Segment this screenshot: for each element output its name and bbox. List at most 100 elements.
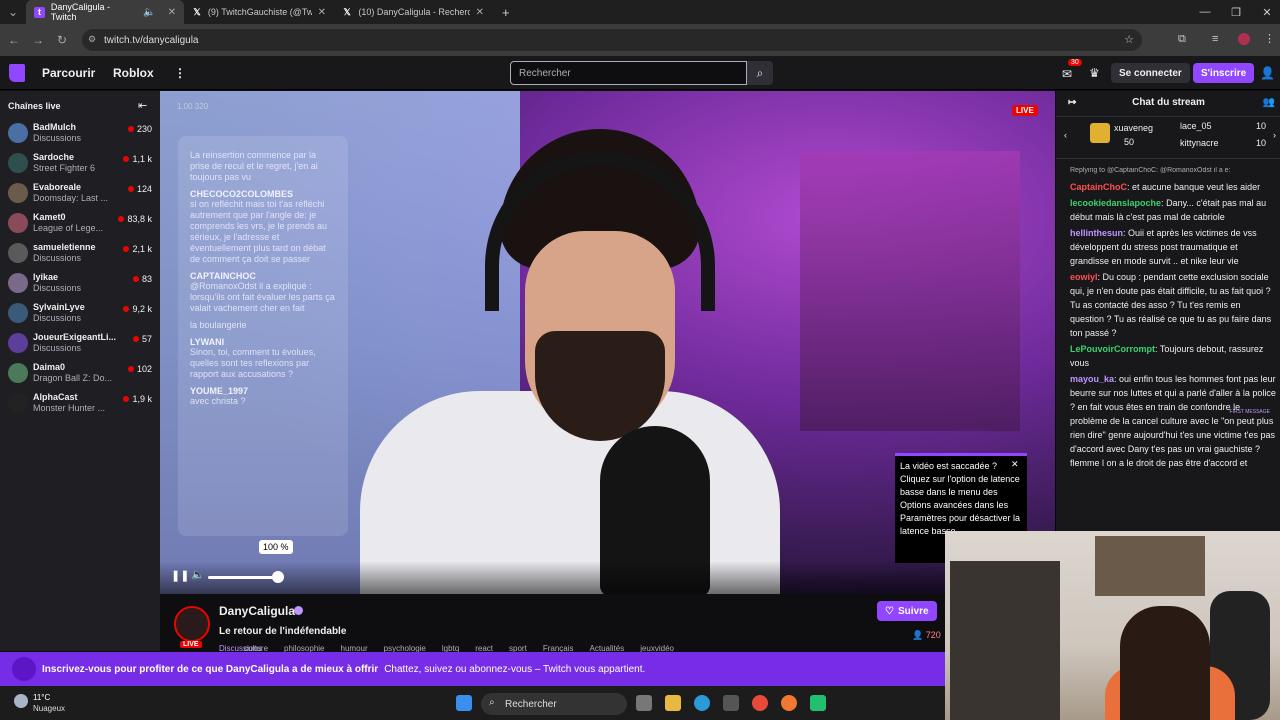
browse-link[interactable]: Parcourir — [42, 66, 95, 80]
back-icon[interactable]: ← — [2, 33, 26, 47]
inbox-icon[interactable]: ✉ — [1062, 67, 1072, 81]
app-icon[interactable] — [810, 695, 826, 711]
new-tab-button[interactable]: + — [502, 5, 510, 20]
channel-game: Monster Hunter ... — [33, 403, 106, 413]
start-icon[interactable] — [456, 695, 472, 711]
sidebar-channel[interactable]: samueletienne Discussions 2,1 k — [0, 239, 160, 269]
browser-tab-twitch[interactable]: t DanyCaligula - Twitch 🔈 ✕ — [26, 0, 184, 24]
sidebar-channel[interactable]: lyikae Discussions 83 — [0, 269, 160, 299]
weather-icon[interactable] — [14, 694, 28, 708]
chat-username[interactable]: eowiyl — [1070, 272, 1098, 282]
heart-icon: ♡ — [885, 605, 894, 617]
address-bar: ← → ↻ ⚙ twitch.tv/danycaligula ☆ ⧉ ≡ ⋮ — [0, 24, 1280, 56]
chat-username[interactable]: lecookiedanslapoche — [1070, 198, 1161, 208]
overlay-chat-user: CAPTAINCHOC — [190, 271, 256, 281]
sidebar-channel[interactable]: AlphaCast Monster Hunter ... 1,9 k — [0, 389, 160, 419]
volume-slider[interactable] — [208, 576, 278, 579]
reload-icon[interactable]: ↻ — [50, 33, 74, 47]
channel-avatar — [8, 363, 28, 383]
minimize-icon[interactable]: — — [1190, 0, 1220, 24]
sidebar-channel[interactable]: Sardoche Street Fighter 6 1,1 k — [0, 149, 160, 179]
task-view-icon[interactable] — [636, 695, 652, 711]
channel-name: Evaboreale — [33, 182, 82, 192]
file-explorer-icon[interactable] — [665, 695, 681, 711]
close-window-icon[interactable]: ✕ — [1252, 0, 1280, 24]
browser-tab-x-1[interactable]: 𝕏 (9) TwitchGauchiste (@TwitchG ✕ — [184, 0, 334, 24]
twitch-logo-icon[interactable] — [9, 64, 25, 82]
browser-menu-icon[interactable]: ⋮ — [1264, 32, 1275, 45]
viewer-count: 57 — [141, 334, 152, 344]
sidebar-channel[interactable]: Kamet0 League of Lege... 83,8 k — [0, 209, 160, 239]
chat-message: hellinthesun: Ouii et après les victimes… — [1070, 228, 1257, 266]
channel-name: JoueurExigeantLi... — [33, 332, 117, 342]
channel-avatar[interactable] — [174, 606, 210, 642]
bookmark-star-icon[interactable]: ☆ — [1124, 33, 1134, 46]
channel-name[interactable]: DanyCaligula — [219, 604, 295, 618]
weather-temp: 11°C — [33, 693, 51, 702]
media-icon[interactable]: ≡ — [1212, 33, 1218, 45]
sidebar-channel[interactable]: JoueurExigeantLi... Discussions 57 — [0, 329, 160, 359]
live-dot-icon — [132, 276, 139, 282]
channel-game: Doomsday: Last ... — [33, 193, 109, 203]
close-notice-icon[interactable]: ✕ — [1011, 458, 1019, 471]
maximize-icon[interactable]: ❐ — [1221, 0, 1251, 24]
tab-list-icon[interactable]: ⌄ — [0, 5, 26, 19]
user-icon[interactable]: 👤 — [1260, 66, 1275, 80]
more-menu-icon[interactable]: ⋮ — [174, 66, 186, 80]
taskbar-search[interactable]: ⌕ Rechercher — [481, 693, 627, 715]
sidebar-channel[interactable]: BadMulch Discussions 230 — [0, 119, 160, 149]
chrome-icon[interactable] — [752, 695, 768, 711]
mute-icon[interactable]: 🔈 — [143, 7, 155, 18]
search-input[interactable]: Rechercher — [510, 61, 747, 85]
stream-overlay-chat: La reinsertion commence par la prise de … — [178, 136, 348, 536]
live-dot-icon — [123, 156, 130, 162]
channel-avatar — [8, 183, 28, 203]
live-dot-icon — [123, 396, 130, 402]
close-tab-icon[interactable]: ✕ — [318, 7, 326, 18]
collapse-sidebar-icon[interactable]: ⇤ — [138, 99, 147, 112]
forward-icon[interactable]: → — [26, 33, 50, 47]
edge-icon[interactable] — [694, 695, 710, 711]
site-info-icon[interactable]: ⚙ — [88, 34, 96, 45]
browser-tab-x-2[interactable]: 𝕏 (10) DanyCaligula - Recherche ✕ — [334, 0, 492, 24]
collapse-chat-icon[interactable]: ↦ — [1068, 91, 1076, 115]
close-tab-icon[interactable]: ✕ — [168, 7, 176, 18]
gifter-1-count: 50 — [1124, 137, 1135, 147]
webcam-person — [1120, 606, 1210, 720]
chat-users-icon[interactable]: 👥 — [1263, 91, 1275, 115]
channel-name: AlphaCast — [33, 392, 78, 402]
channel-avatar — [8, 123, 28, 143]
chat-username[interactable]: hellinthesun — [1070, 228, 1123, 238]
store-icon[interactable] — [723, 695, 739, 711]
sidebar-channel[interactable]: SylvainLyve Discussions 9,2 k — [0, 299, 160, 329]
signup-button[interactable]: S'inscrire — [1193, 63, 1255, 83]
profile-icon[interactable] — [1238, 33, 1250, 45]
sidebar-channel[interactable]: Daima0 Dragon Ball Z: Do... 102 — [0, 359, 160, 389]
prev-icon[interactable]: ‹ — [1064, 130, 1067, 140]
chat-username[interactable]: CaptainChoC — [1070, 182, 1127, 192]
login-button[interactable]: Se connecter — [1111, 63, 1190, 83]
url-field[interactable]: ⚙ twitch.tv/danycaligula ☆ — [82, 29, 1142, 51]
gift-icon — [1090, 123, 1110, 143]
channel-viewers: 102 — [127, 364, 152, 374]
channel-game: Discussions — [33, 283, 82, 293]
volume-icon[interactable]: 🔈 — [191, 568, 205, 581]
chat-username[interactable]: LePouvoirCorrompt — [1070, 344, 1155, 354]
volume-handle[interactable] — [272, 571, 284, 583]
close-tab-icon[interactable]: ✕ — [476, 7, 484, 18]
viewer-count: 102 — [136, 364, 152, 374]
channel-game: Discussions — [33, 313, 82, 323]
search-icon[interactable]: ⌕ — [747, 61, 773, 85]
extensions-icon[interactable]: ⧉ — [1178, 33, 1186, 46]
firefox-icon[interactable] — [781, 695, 797, 711]
gift-leaderboard: ‹ xuaveneg 50 lace_05 10 kittynacre 10 › — [1056, 117, 1280, 159]
next-icon[interactable]: › — [1273, 130, 1276, 140]
chat-username[interactable]: mayou_ka — [1070, 374, 1114, 384]
pause-icon[interactable]: ❚❚ — [171, 569, 189, 582]
follow-button[interactable]: ♡ Suivre — [877, 601, 937, 621]
video-player[interactable]: 1.00 320 La reinsertion commence par la … — [160, 91, 1055, 594]
roblox-link[interactable]: Roblox — [113, 66, 154, 80]
crown-icon[interactable]: ♛ — [1089, 66, 1100, 80]
sidebar-channel[interactable]: Evaboreale Doomsday: Last ... 124 — [0, 179, 160, 209]
url-text: twitch.tv/danycaligula — [104, 34, 199, 46]
